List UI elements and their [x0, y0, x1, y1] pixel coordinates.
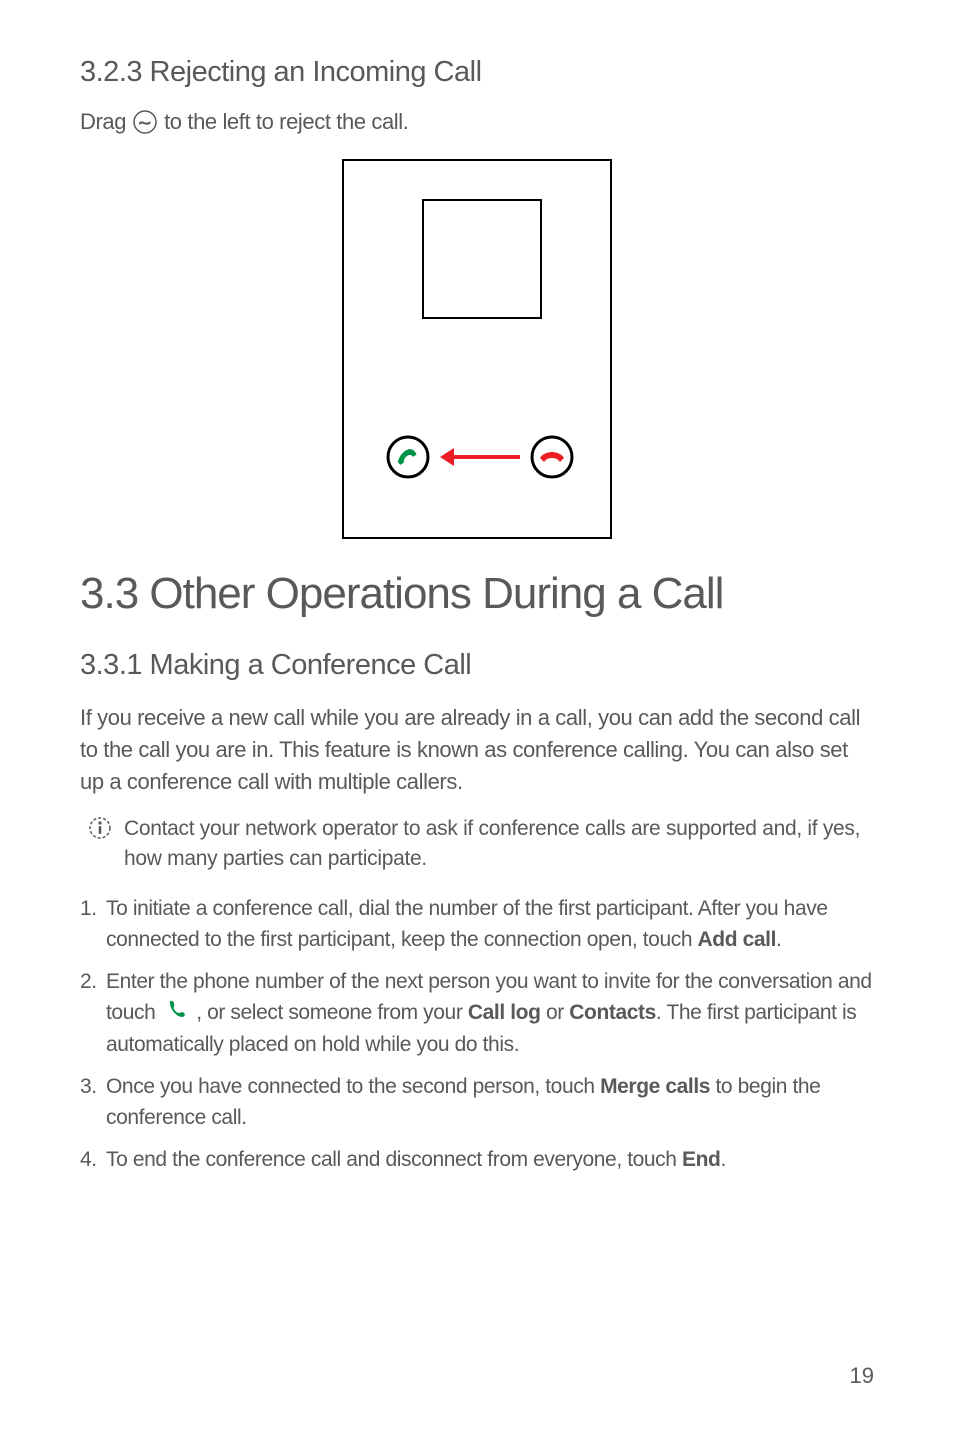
step3-bold: Merge calls	[600, 1075, 710, 1098]
step-1: To initiate a conference call, dial the …	[80, 893, 874, 956]
heading-323: 3.2.3 Rejecting an Incoming Call	[80, 56, 874, 89]
step2-bold1: Call log	[468, 1001, 541, 1024]
info-icon	[88, 816, 112, 875]
intro-paragraph: If you receive a new call while you are …	[80, 702, 874, 798]
drag-arrow-head	[440, 448, 454, 466]
heading-33: 3.3 Other Operations During a Call	[80, 569, 874, 619]
step2-text-c: or	[541, 1001, 570, 1024]
step4-text-b: .	[720, 1148, 725, 1171]
reject-icon	[528, 433, 576, 481]
step-3: Once you have connected to the second pe…	[80, 1071, 874, 1134]
answer-icon	[384, 433, 432, 481]
step4-bold: End	[682, 1148, 720, 1171]
note-text: Contact your network operator to ask if …	[124, 814, 874, 875]
reject-call-icon	[132, 109, 158, 135]
phone-outline	[342, 159, 612, 539]
step4-text-a: To end the conference call and disconnec…	[106, 1148, 682, 1171]
step-2: Enter the phone number of the next perso…	[80, 966, 874, 1061]
step-4: To end the conference call and disconnec…	[80, 1144, 874, 1176]
reject-call-diagram	[80, 159, 874, 539]
step1-bold: Add call	[698, 928, 776, 951]
note-block: Contact your network operator to ask if …	[80, 814, 874, 875]
drag-arrow-line	[448, 455, 520, 459]
caller-photo-placeholder	[422, 199, 542, 319]
dial-icon	[165, 998, 187, 1030]
page-number: 19	[850, 1363, 874, 1389]
drag-suffix: to the left to reject the call.	[164, 109, 408, 135]
step1-text-b: .	[776, 928, 781, 951]
step2-bold2: Contacts	[569, 1001, 656, 1024]
step3-text-a: Once you have connected to the second pe…	[106, 1075, 600, 1098]
heading-331: 3.3.1 Making a Conference Call	[80, 649, 874, 682]
step2-text-b: , or select someone from your	[196, 1001, 468, 1024]
drag-instruction: Drag to the left to reject the call.	[80, 109, 874, 135]
drag-prefix: Drag	[80, 109, 126, 135]
steps-list: To initiate a conference call, dial the …	[80, 893, 874, 1176]
